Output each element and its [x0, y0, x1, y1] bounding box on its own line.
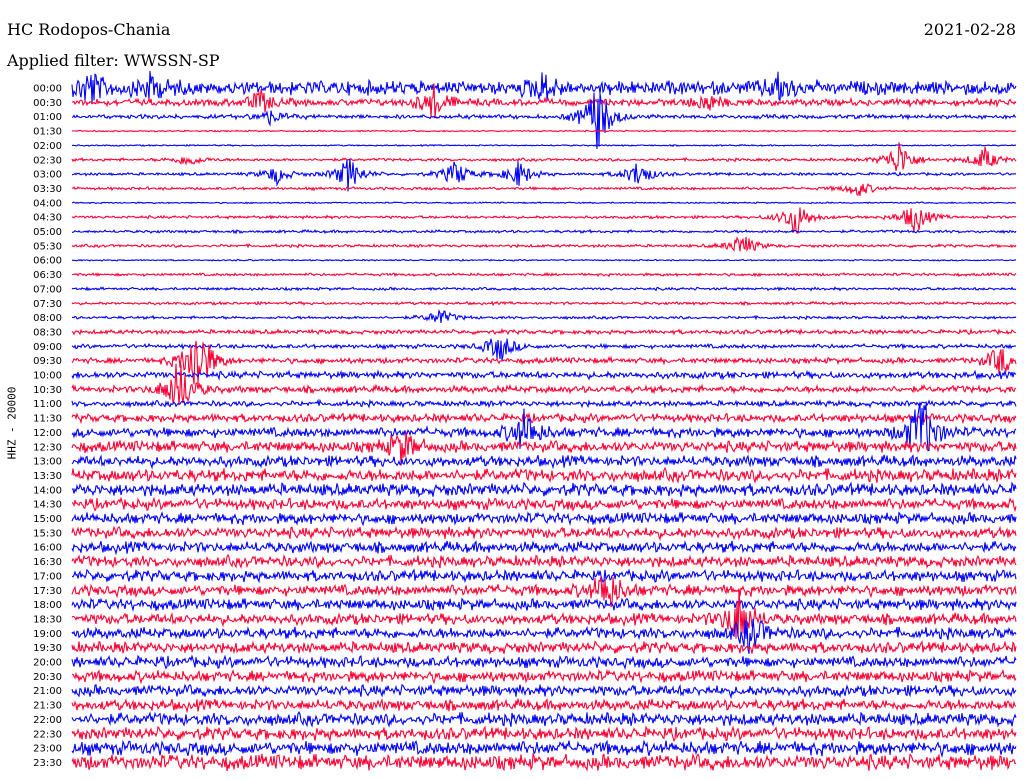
row-time-label: 05:00 [33, 227, 62, 238]
trace-row [71, 142, 1017, 171]
row-time-label: 13:30 [33, 471, 62, 482]
row-time-label: 14:00 [33, 485, 62, 496]
row-time-label: 20:30 [33, 672, 62, 683]
trace-row [71, 568, 1017, 584]
trace-row [71, 271, 1017, 278]
trace-row [71, 258, 1016, 262]
row-time-label: 05:30 [33, 241, 62, 252]
trace-row [71, 511, 1017, 527]
row-time-label: 10:00 [33, 371, 62, 382]
row-time-label: 17:30 [33, 586, 62, 597]
row-time-label: 18:00 [33, 600, 62, 611]
row-time-label: 14:30 [33, 500, 62, 511]
trace-row [71, 540, 1017, 556]
row-time-label: 12:30 [33, 442, 62, 453]
trace-row [71, 710, 1017, 728]
row-time-label: 08:30 [33, 327, 62, 338]
trace-row [71, 327, 1017, 336]
trace-row [71, 143, 1017, 148]
row-time-label: 19:30 [33, 643, 62, 654]
row-time-label: 00:30 [33, 98, 62, 109]
trace-row [71, 412, 1017, 425]
row-time-label: 01:30 [33, 127, 62, 138]
row-time-label: 09:30 [33, 356, 62, 367]
row-time-label: 16:30 [33, 557, 62, 568]
row-time-label: 13:00 [33, 457, 62, 468]
trace-row [71, 207, 1017, 234]
row-time-label: 17:00 [33, 571, 62, 582]
row-time-label: 23:00 [33, 744, 62, 755]
row-time-label: 15:30 [33, 528, 62, 539]
row-time-label: 11:30 [33, 414, 62, 425]
trace-row [71, 496, 1017, 513]
row-time-label: 00:00 [33, 84, 62, 95]
row-time-label: 03:00 [33, 170, 62, 181]
row-time-label: 09:00 [33, 342, 62, 353]
row-time-label: 08:00 [33, 313, 62, 324]
row-time-label: 06:30 [33, 270, 62, 281]
trace-row [71, 369, 1017, 381]
row-time-label: 22:30 [33, 729, 62, 740]
trace-row [71, 340, 1017, 385]
row-time-label: 07:30 [33, 299, 62, 310]
row-time-label: 07:00 [33, 284, 62, 295]
row-time-label: 06:00 [33, 256, 62, 267]
row-time-label: 22:00 [33, 715, 62, 726]
trace-row [71, 481, 1017, 499]
trace-row [71, 70, 1017, 103]
trace-row [71, 236, 1017, 253]
trace-row [71, 286, 1017, 292]
trace-row [72, 228, 1017, 235]
row-time-label: 19:00 [33, 629, 62, 640]
row-time-label: 12:00 [33, 428, 62, 439]
trace-row [71, 668, 1017, 685]
trace-row [71, 553, 1017, 570]
trace-row [71, 597, 1017, 612]
trace-row [71, 308, 1017, 323]
trace-row [71, 158, 1017, 192]
trace-row [71, 300, 1017, 307]
trace-row [71, 183, 1017, 197]
row-time-label: 21:30 [33, 701, 62, 712]
helicorder-plot: 00:00 00:30 01:00 01:30 02:00 02:30 03:00 03:30… [33, 70, 1017, 772]
row-time-label: 15:00 [33, 514, 62, 525]
trace-row [71, 398, 1017, 409]
row-time-label: 02:30 [33, 155, 62, 166]
row-time-label: 10:30 [33, 385, 62, 396]
row-time-label: 23:30 [33, 758, 62, 769]
trace-row [71, 640, 1017, 656]
row-time-label: 04:30 [33, 213, 62, 224]
trace-row [71, 466, 1017, 484]
row-time-label: 16:00 [33, 543, 62, 554]
row-time-label: 02:00 [33, 141, 62, 152]
row-time-label: 04:00 [33, 198, 62, 209]
trace-row [71, 129, 1017, 133]
row-time-label: 18:30 [33, 614, 62, 625]
trace-row [71, 725, 1017, 743]
trace-row [71, 363, 1017, 406]
row-time-label: 03:30 [33, 184, 62, 195]
trace-row [71, 739, 1017, 758]
trace-row [71, 201, 1017, 205]
trace-row [71, 654, 1017, 671]
trace-row [71, 752, 1017, 772]
row-time-label: 11:00 [33, 399, 62, 410]
trace-row [71, 683, 1017, 700]
trace-row [71, 697, 1017, 714]
row-time-label: 21:00 [33, 686, 62, 697]
trace-row [71, 525, 1017, 542]
row-time-label: 01:00 [33, 112, 62, 123]
row-time-label: 20:00 [33, 658, 62, 669]
trace-row [71, 454, 1017, 470]
